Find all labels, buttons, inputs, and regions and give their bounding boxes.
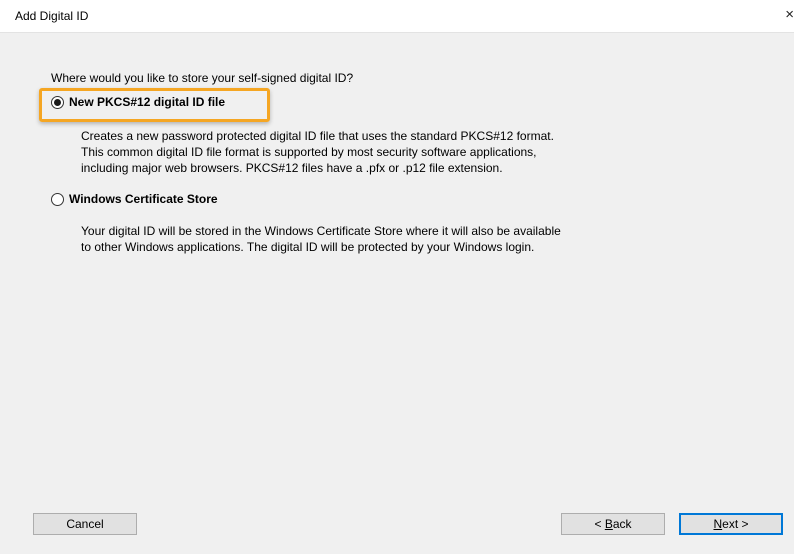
storage-question: Where would you like to store your self-… — [51, 71, 354, 85]
pkcs12-description: Creates a new password protected digital… — [81, 128, 554, 176]
windows-cert-store-label[interactable]: Windows Certificate Store — [69, 192, 218, 206]
cancel-button[interactable]: Cancel — [33, 513, 137, 535]
windows-cert-store-radio[interactable] — [51, 192, 64, 206]
next-button[interactable]: Next > — [679, 513, 783, 535]
next-label-rest: ext > — [722, 517, 749, 531]
description-line: including major web browsers. PKCS#12 fi… — [81, 161, 503, 175]
option-pkcs12[interactable]: New PKCS#12 digital ID file — [51, 95, 225, 109]
description-line: Creates a new password protected digital… — [81, 129, 554, 143]
pkcs12-label[interactable]: New PKCS#12 digital ID file — [69, 95, 225, 109]
back-button[interactable]: < Back — [561, 513, 665, 535]
back-mnemonic: B — [604, 517, 613, 531]
back-prefix: < — [594, 517, 605, 531]
pkcs12-radio[interactable] — [51, 95, 64, 109]
next-mnemonic: N — [713, 517, 723, 531]
description-line: This common digital ID file format is su… — [81, 145, 537, 159]
description-line: Your digital ID will be stored in the Wi… — [81, 224, 561, 238]
dialog-body: Where would you like to store your self-… — [0, 33, 794, 554]
back-label-rest: ack — [612, 517, 632, 531]
close-icon[interactable]: × — [778, 3, 794, 27]
windows-cert-store-description: Your digital ID will be stored in the Wi… — [81, 223, 561, 255]
title-bar: Add Digital ID × — [0, 0, 794, 33]
dialog-title: Add Digital ID — [15, 9, 89, 23]
option-windows-cert-store[interactable]: Windows Certificate Store — [51, 192, 218, 206]
description-line: to other Windows applications. The digit… — [81, 240, 535, 254]
add-digital-id-dialog: Add Digital ID × Where would you like to… — [0, 0, 794, 554]
